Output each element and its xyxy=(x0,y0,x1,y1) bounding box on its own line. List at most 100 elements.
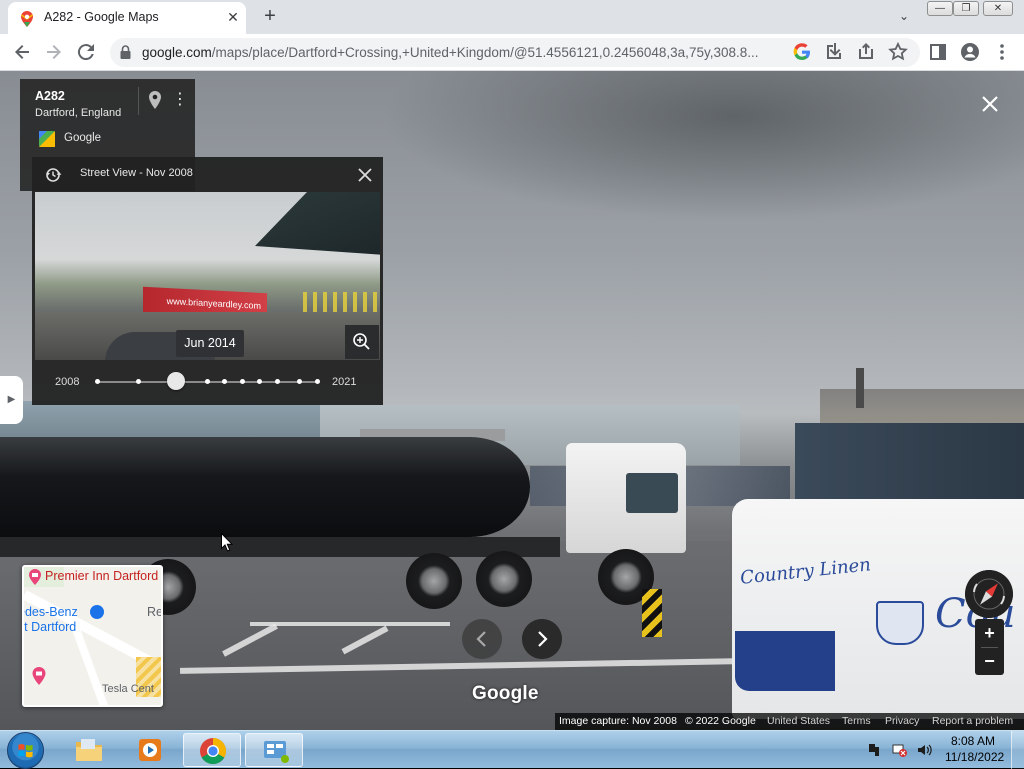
timeline-stop[interactable] xyxy=(314,379,320,384)
next-step-arrow-icon[interactable] xyxy=(522,619,562,659)
volume-icon[interactable] xyxy=(916,742,932,758)
timeline-stop[interactable] xyxy=(257,379,263,384)
street-view-time-machine-panel: Street View - Nov 2008 www.brianyeardley… xyxy=(32,157,383,405)
timeline-slider[interactable]: 2008 2021 xyxy=(32,369,383,399)
terms-link[interactable]: Terms xyxy=(842,713,871,730)
timeline-stop[interactable] xyxy=(222,379,228,384)
timeline-stop[interactable] xyxy=(296,379,302,384)
place-road-name: A282 xyxy=(35,89,65,103)
zoom-out-button[interactable]: − xyxy=(975,647,1004,675)
timeline-stop[interactable] xyxy=(94,379,100,384)
timeline-start-year: 2008 xyxy=(55,376,80,388)
map-label-hotel[interactable]: Premier Inn Dartford xyxy=(45,569,158,583)
window-close-button[interactable]: ✕ xyxy=(983,1,1013,16)
minimap[interactable]: Premier Inn Dartford edes-Benz rt Dartfo… xyxy=(22,565,163,707)
tanker-trailer xyxy=(0,437,530,537)
truck-chassis xyxy=(0,537,560,557)
report-problem-link[interactable]: Report a problem xyxy=(932,713,1013,730)
provider-label: Google xyxy=(64,132,102,144)
compass-icon[interactable] xyxy=(965,570,1013,618)
clock-time[interactable]: 8:08 AM xyxy=(950,734,996,748)
road-marking xyxy=(250,622,450,626)
zoom-in-button[interactable]: + xyxy=(975,619,1004,647)
url-host: google.com xyxy=(142,45,212,60)
profile-avatar-icon[interactable] xyxy=(958,40,982,64)
place-city: Dartford, England xyxy=(35,107,122,119)
hazard-barrier xyxy=(642,589,662,637)
mouse-pointer-icon xyxy=(221,533,233,552)
google-watermark: Google xyxy=(472,683,539,704)
van-crest-logo xyxy=(876,601,924,645)
expand-side-panel-button[interactable]: ▶ xyxy=(0,376,23,424)
sky xyxy=(380,71,1024,221)
more-options-icon[interactable]: ⋮ xyxy=(172,90,188,110)
tab-close-icon[interactable]: ✕ xyxy=(224,8,242,26)
lock-icon[interactable] xyxy=(120,45,131,59)
google-g-icon[interactable] xyxy=(790,40,814,64)
timeline-stop[interactable] xyxy=(204,379,210,384)
close-street-view-icon[interactable] xyxy=(978,92,1002,116)
taskbar-control-panel-button[interactable] xyxy=(245,733,303,767)
history-clock-icon[interactable] xyxy=(45,166,67,184)
hotel-pin-icon[interactable] xyxy=(28,569,42,585)
url-path: /maps/place/Dartford+Crossing,+United+Ki… xyxy=(211,45,759,60)
chimney xyxy=(856,368,864,408)
google-maps-pin-icon xyxy=(21,11,33,27)
kebab-menu-icon[interactable] xyxy=(990,40,1014,64)
taskbar-media-player-button[interactable] xyxy=(121,733,179,767)
share-icon[interactable] xyxy=(854,40,878,64)
taskbar-explorer-button[interactable] xyxy=(60,733,118,767)
timeline-end-year: 2021 xyxy=(332,376,357,388)
region-link[interactable]: United States xyxy=(767,713,830,730)
window-minimize-button[interactable]: — xyxy=(927,1,953,16)
chevron-right-icon: ▶ xyxy=(7,394,16,405)
preview-canopy xyxy=(255,192,380,255)
forward-arrow-icon[interactable] xyxy=(42,40,66,64)
new-tab-button[interactable]: + xyxy=(258,4,282,28)
reload-icon[interactable] xyxy=(74,40,98,64)
windows-start-button-icon[interactable] xyxy=(7,732,44,769)
side-panel-icon[interactable] xyxy=(926,40,950,64)
van-bumper xyxy=(735,631,835,691)
timeline-thumb[interactable] xyxy=(167,372,186,390)
show-desktop-button[interactable] xyxy=(1011,731,1024,769)
install-app-icon[interactable] xyxy=(822,40,846,64)
previous-step-arrow-icon[interactable] xyxy=(462,619,502,659)
shopping-bag-pin-icon[interactable] xyxy=(90,605,104,619)
windows-taskbar: 8:08 AM 11/18/2022 xyxy=(0,730,1024,769)
browser-tab-strip: A282 - Google Maps ✕ + ⌄ — ❐ ✕ xyxy=(0,0,1024,34)
bookmark-star-icon[interactable] xyxy=(886,40,910,64)
truck-cab-window xyxy=(626,473,678,513)
truck-wheel xyxy=(406,553,462,609)
map-label-tesla[interactable]: Tesla Cent xyxy=(102,683,154,695)
timeline-stop[interactable] xyxy=(239,379,245,384)
privacy-link[interactable]: Privacy xyxy=(885,713,919,730)
historical-imagery-preview[interactable]: www.brianyeardley.com Jun 2014 xyxy=(35,192,380,360)
image-capture-date: Image capture: Nov 2008 xyxy=(559,715,677,727)
action-center-icon[interactable] xyxy=(866,742,882,758)
zoom-in-magnifier-icon[interactable] xyxy=(345,325,379,359)
street-view-footer: Image capture: Nov 2008 © 2022 Google Un… xyxy=(555,713,1024,730)
map-label-rec[interactable]: Rec xyxy=(147,605,161,619)
timeline-stop[interactable] xyxy=(136,379,142,384)
divider xyxy=(138,87,139,115)
fence xyxy=(795,423,1024,503)
back-arrow-icon[interactable] xyxy=(10,40,34,64)
window-maximize-button[interactable]: ❐ xyxy=(953,1,979,16)
truck-wheel xyxy=(476,551,532,607)
browser-tab[interactable]: A282 - Google Maps ✕ xyxy=(8,2,246,34)
chrome-icon xyxy=(200,737,226,765)
clock-date[interactable]: 11/18/2022 xyxy=(945,750,1004,764)
network-disconnected-icon[interactable] xyxy=(892,742,908,758)
hotel-pin-icon[interactable] xyxy=(31,667,47,685)
date-tooltip: Jun 2014 xyxy=(176,330,244,357)
close-icon[interactable] xyxy=(354,164,376,186)
map-label-dartford[interactable]: rt Dartford xyxy=(24,620,76,634)
taskbar-chrome-button[interactable] xyxy=(183,733,241,767)
location-pin-icon[interactable] xyxy=(148,91,162,109)
time-machine-title: Street View - Nov 2008 xyxy=(80,167,193,179)
browser-toolbar: google.com/maps/place/Dartford+Crossing,… xyxy=(0,34,1024,71)
tab-search-icon[interactable]: ⌄ xyxy=(894,6,914,26)
map-label-dealer[interactable]: edes-Benz xyxy=(24,605,78,619)
timeline-stop[interactable] xyxy=(274,379,280,384)
